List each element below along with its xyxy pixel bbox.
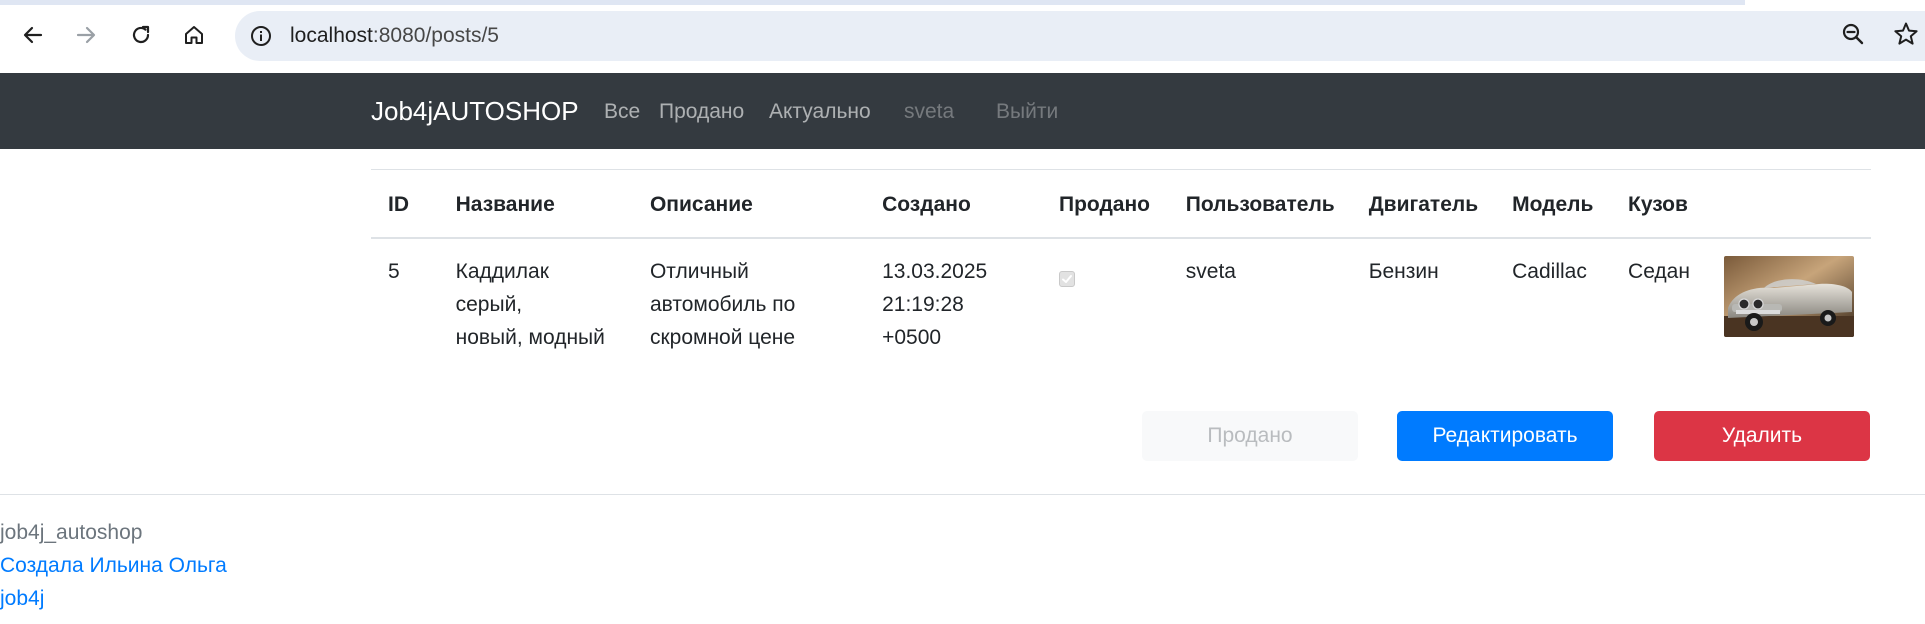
nav-link-all[interactable]: Все bbox=[604, 100, 640, 124]
header-sold: Продано bbox=[1041, 169, 1169, 239]
header-description: Описание bbox=[632, 169, 866, 239]
cell-engine: Бензин bbox=[1368, 259, 1439, 283]
cell-id: 5 bbox=[388, 259, 400, 283]
reload-button[interactable] bbox=[124, 18, 158, 52]
cell-title: Каддилак серый, новый, модный bbox=[439, 238, 633, 370]
footer-project-name: job4j_autoshop bbox=[0, 521, 143, 544]
table-header-row: ID Название Описание Создано Продано Пол… bbox=[371, 169, 1871, 239]
footer: job4j_autoshop Создала Ильина Ольга job4… bbox=[0, 516, 227, 615]
header-created: Создано bbox=[865, 169, 1042, 239]
home-icon bbox=[185, 26, 203, 44]
cell-model: Cadillac bbox=[1512, 259, 1587, 283]
site-navbar: Job4jAUTOSHOP Все Продано Актуально svet… bbox=[0, 73, 1925, 149]
table-row: 5 Каддилак серый, новый, модный Отличный… bbox=[371, 238, 1871, 370]
title-line-2: новый, модный bbox=[455, 325, 605, 349]
tab-strip bbox=[0, 0, 1745, 5]
title-line-1: Каддилак серый, bbox=[455, 259, 549, 316]
nav-user-name: sveta bbox=[904, 100, 955, 123]
back-button[interactable] bbox=[16, 18, 50, 52]
forward-button[interactable] bbox=[69, 18, 103, 52]
description-line-1: Отличный bbox=[649, 259, 749, 283]
url-path: :8080/posts/5 bbox=[372, 24, 499, 47]
created-time: 21:19:28 +0500 bbox=[882, 292, 964, 349]
nav-link-sold[interactable]: Продано bbox=[659, 100, 744, 124]
header-engine: Двигатель bbox=[1351, 169, 1496, 239]
arrow-left-icon bbox=[23, 26, 43, 44]
post-table-container: ID Название Описание Создано Продано Пол… bbox=[371, 169, 1871, 370]
url-text[interactable]: localhost:8080/posts/5 bbox=[290, 24, 499, 48]
cell-photo bbox=[1707, 238, 1871, 370]
home-button[interactable] bbox=[177, 18, 211, 52]
header-user: Пользователь bbox=[1168, 169, 1352, 239]
header-title: Название bbox=[438, 169, 633, 239]
reload-icon bbox=[132, 25, 150, 44]
cell-description: Отличный автомобиль по скромной цене bbox=[633, 238, 865, 370]
header-id: ID bbox=[371, 169, 439, 239]
info-icon[interactable] bbox=[249, 24, 273, 48]
car-photo bbox=[1723, 255, 1854, 337]
mark-sold-button[interactable]: Продано bbox=[1142, 411, 1358, 461]
cell-created: 13.03.2025 21:19:28 +0500 bbox=[865, 238, 1042, 370]
header-model: Модель bbox=[1495, 169, 1612, 239]
sold-checkbox bbox=[1058, 270, 1075, 287]
arrow-right-icon bbox=[76, 26, 96, 44]
footer-divider bbox=[0, 494, 1925, 495]
brand-link[interactable]: Job4jAUTOSHOP bbox=[371, 96, 579, 127]
cell-sold bbox=[1042, 238, 1169, 370]
created-date: 13.03.2025 bbox=[882, 259, 988, 283]
description-line-3: скромной цене bbox=[649, 325, 796, 349]
url-host: localhost bbox=[290, 24, 373, 47]
cell-user: sveta bbox=[1185, 259, 1236, 283]
star-icon[interactable] bbox=[1888, 16, 1924, 52]
header-photo bbox=[1706, 169, 1871, 239]
edit-button[interactable]: Редактировать bbox=[1397, 411, 1613, 461]
footer-job4j-link[interactable]: job4j bbox=[0, 582, 227, 615]
browser-toolbar: localhost:8080/posts/5 bbox=[0, 0, 1925, 73]
nav-link-logout[interactable]: Выйти bbox=[996, 100, 1058, 124]
address-bar[interactable]: localhost:8080/posts/5 bbox=[235, 11, 1925, 61]
nav-link-actual[interactable]: Актуально bbox=[769, 100, 871, 124]
footer-author-link[interactable]: Создала Ильина Ольга bbox=[0, 549, 227, 582]
cell-body: Седан bbox=[1628, 259, 1690, 283]
zoom-out-icon[interactable] bbox=[1835, 16, 1871, 52]
post-table: ID Название Описание Создано Продано Пол… bbox=[371, 169, 1871, 370]
description-line-2: автомобиль по bbox=[649, 292, 796, 316]
delete-button[interactable]: Удалить bbox=[1654, 411, 1870, 461]
header-body: Кузов bbox=[1611, 169, 1707, 239]
